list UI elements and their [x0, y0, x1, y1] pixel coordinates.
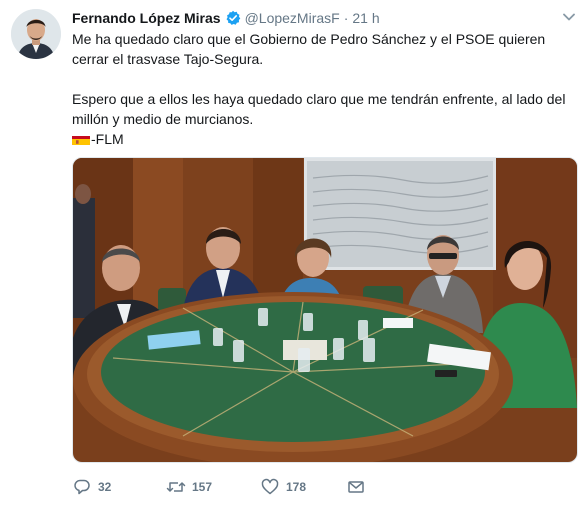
- tweet-paragraph-1: Me ha quedado claro que el Gobierno de P…: [72, 31, 546, 67]
- chevron-down-icon[interactable]: [562, 10, 576, 24]
- reply-button[interactable]: 32: [72, 477, 166, 497]
- author-handle[interactable]: @LopezMirasF: [245, 10, 340, 26]
- tweet-timestamp[interactable]: 21 h: [352, 10, 379, 26]
- header-separator: ·: [343, 10, 349, 26]
- tweet-header: Fernando López Miras @LopezMirasF · 21 h: [72, 8, 576, 28]
- reply-icon[interactable]: [72, 477, 92, 497]
- signature-text: -FLM: [91, 131, 124, 147]
- tweet-photo[interactable]: [72, 157, 578, 463]
- tweet-actions: 32 157 178: [72, 476, 366, 498]
- tweet-signature: -FLM: [72, 129, 578, 149]
- tweet[interactable]: Fernando López Miras @LopezMirasF · 21 h…: [0, 0, 588, 505]
- spain-flag-icon: [72, 133, 90, 145]
- envelope-icon[interactable]: [346, 477, 366, 497]
- tweet-text: Me ha quedado claro que el Gobierno de P…: [72, 29, 578, 149]
- author-name[interactable]: Fernando López Miras: [72, 10, 221, 26]
- like-count: 178: [286, 480, 307, 494]
- like-button[interactable]: 178: [260, 477, 346, 497]
- retweet-icon[interactable]: [166, 477, 186, 497]
- avatar[interactable]: [11, 9, 61, 59]
- heart-icon[interactable]: [260, 477, 280, 497]
- direct-message-button[interactable]: [346, 477, 366, 497]
- tweet-paragraph-2: Espero que a ellos les haya quedado clar…: [72, 91, 566, 127]
- retweet-button[interactable]: 157: [166, 477, 260, 497]
- verified-badge-icon: [225, 10, 241, 26]
- retweet-count: 157: [192, 480, 213, 494]
- reply-count: 32: [98, 480, 112, 494]
